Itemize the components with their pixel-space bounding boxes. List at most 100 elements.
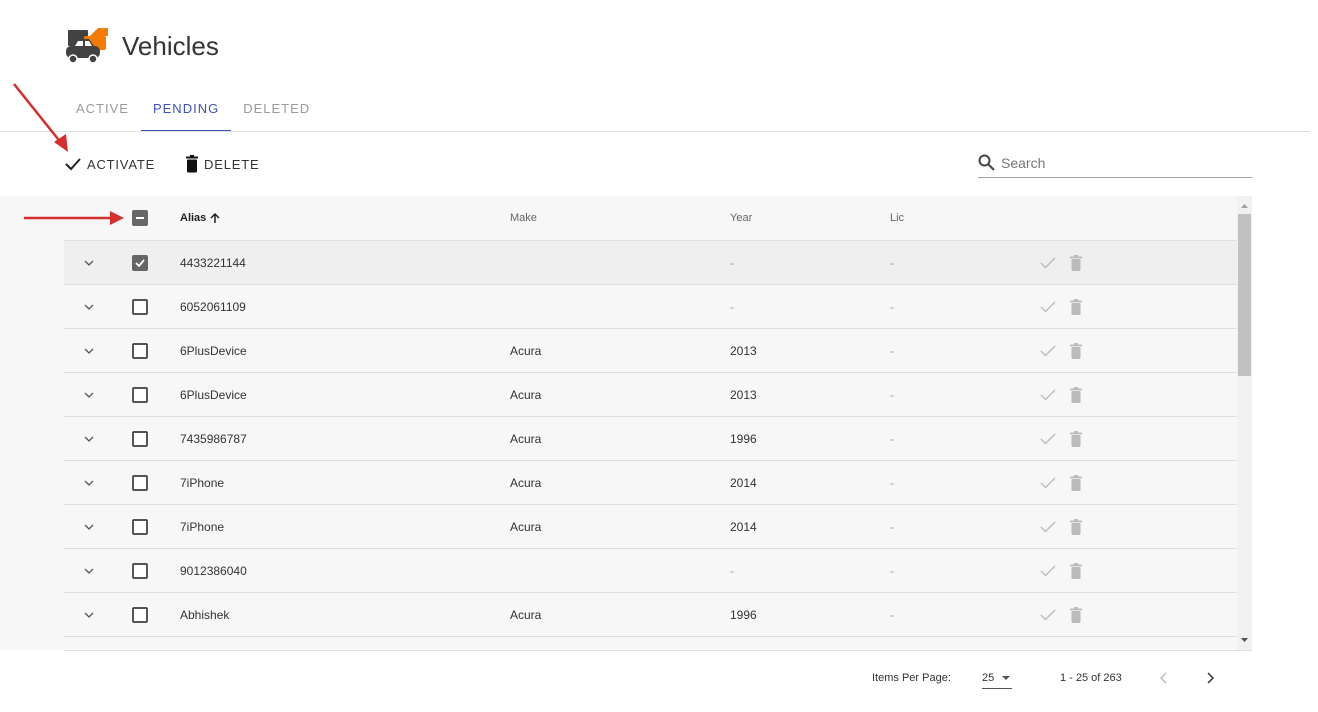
cell-make: Acura xyxy=(510,607,542,622)
table-row[interactable]: Abhishek Acura 1996 - xyxy=(64,593,1237,637)
activate-row-icon[interactable] xyxy=(1040,609,1056,621)
row-actions xyxy=(1040,254,1082,271)
row-actions xyxy=(1040,518,1082,535)
expand-row-button[interactable] xyxy=(82,260,96,266)
table-row[interactable]: 6052061109 - - xyxy=(64,285,1237,329)
activate-row-icon[interactable] xyxy=(1040,257,1056,269)
table-row[interactable]: 7iPhone Acura 2014 - xyxy=(64,505,1237,549)
cell-alias: 7435986787 xyxy=(180,431,247,446)
previous-page-button[interactable] xyxy=(1160,668,1168,688)
activate-row-icon[interactable] xyxy=(1040,345,1056,357)
expand-row-button[interactable] xyxy=(82,348,96,354)
cell-make: Acura xyxy=(510,475,542,490)
vehicles-logo-icon xyxy=(64,24,114,68)
activate-button[interactable]: ACTIVATE xyxy=(64,157,155,172)
scrollbar-thumb[interactable] xyxy=(1238,214,1251,376)
expand-row-button[interactable] xyxy=(82,524,96,530)
tabs-divider xyxy=(0,131,1310,132)
chevron-down-icon xyxy=(84,612,94,618)
chevron-down-icon xyxy=(84,392,94,398)
column-header-year[interactable]: Year xyxy=(730,212,752,224)
expand-row-button[interactable] xyxy=(82,436,96,442)
tab-active[interactable]: ACTIVE xyxy=(64,84,141,132)
delete-label: DELETE xyxy=(204,156,260,172)
chevron-down-icon xyxy=(84,348,94,354)
cell-alias: 4433221144 xyxy=(180,255,246,270)
row-checkbox[interactable] xyxy=(132,606,148,623)
expand-row-button[interactable] xyxy=(82,480,96,486)
delete-button[interactable]: DELETE xyxy=(185,155,259,173)
row-actions xyxy=(1040,562,1082,579)
check-icon xyxy=(65,158,81,171)
activate-row-icon[interactable] xyxy=(1040,565,1056,577)
row-checkbox[interactable] xyxy=(132,386,148,403)
scroll-down-icon[interactable] xyxy=(1237,633,1252,647)
next-page-button[interactable] xyxy=(1206,668,1214,688)
row-checkbox[interactable] xyxy=(132,254,148,271)
expand-row-button[interactable] xyxy=(82,612,96,618)
column-header-make[interactable]: Make xyxy=(510,212,537,224)
dropdown-arrow-icon xyxy=(1002,675,1011,680)
cell-year: 2014 xyxy=(730,519,757,534)
items-per-page-select[interactable]: 25 xyxy=(982,667,1012,689)
table-row[interactable]: 4433221144 - - xyxy=(64,241,1237,285)
chevron-down-icon xyxy=(84,480,94,486)
row-actions xyxy=(1040,386,1082,403)
activate-row-icon[interactable] xyxy=(1040,521,1056,533)
cell-year: - xyxy=(730,255,734,270)
expand-row-button[interactable] xyxy=(82,568,96,574)
column-header-alias[interactable]: Alias xyxy=(180,212,221,224)
row-checkbox[interactable] xyxy=(132,430,148,447)
delete-row-icon[interactable] xyxy=(1070,562,1082,579)
activate-row-icon[interactable] xyxy=(1040,389,1056,401)
delete-row-icon[interactable] xyxy=(1070,518,1082,535)
row-checkbox[interactable] xyxy=(132,562,148,579)
cell-year: 2014 xyxy=(730,475,757,490)
cell-alias: 6PlusDevice xyxy=(180,387,247,402)
expand-row-button[interactable] xyxy=(82,392,96,398)
delete-row-icon[interactable] xyxy=(1070,342,1082,359)
cell-year: 1996 xyxy=(730,431,757,446)
cell-lic: - xyxy=(890,299,894,314)
row-checkbox[interactable] xyxy=(132,342,148,359)
row-checkbox[interactable] xyxy=(132,298,148,315)
expand-row-button[interactable] xyxy=(82,304,96,310)
table-scrollbar[interactable] xyxy=(1237,196,1252,650)
cell-alias: 9012386040 xyxy=(180,563,247,578)
cell-lic: - xyxy=(890,519,894,534)
cell-year: 1996 xyxy=(730,607,757,622)
tab-pending[interactable]: PENDING xyxy=(140,84,232,132)
chevron-down-icon xyxy=(84,304,94,310)
row-checkbox[interactable] xyxy=(132,474,148,491)
activate-row-icon[interactable] xyxy=(1040,301,1056,313)
activate-row-icon[interactable] xyxy=(1040,477,1056,489)
cell-make: Acura xyxy=(510,431,542,446)
delete-row-icon[interactable] xyxy=(1070,386,1082,403)
search-icon xyxy=(978,154,995,171)
tab-deleted[interactable]: DELETED xyxy=(231,84,322,132)
table-row[interactable]: 7iPhone Acura 2014 - xyxy=(64,461,1237,505)
activate-label: ACTIVATE xyxy=(87,156,156,172)
scroll-up-icon[interactable] xyxy=(1237,199,1252,213)
search-input[interactable] xyxy=(1001,154,1241,171)
row-actions xyxy=(1040,298,1082,315)
delete-row-icon[interactable] xyxy=(1070,474,1082,491)
table-row[interactable]: 7435986787 Acura 1996 - xyxy=(64,417,1237,461)
cell-year: - xyxy=(730,563,734,578)
cell-year: 2013 xyxy=(730,343,757,358)
table-header-row: Alias Make Year Lic xyxy=(64,196,1237,241)
table-row[interactable]: 6PlusDevice Acura 2013 - xyxy=(64,329,1237,373)
activate-row-icon[interactable] xyxy=(1040,433,1056,445)
table-row[interactable]: 6PlusDevice Acura 2013 - xyxy=(64,373,1237,417)
column-header-lic[interactable]: Lic xyxy=(890,212,904,224)
delete-row-icon[interactable] xyxy=(1070,254,1082,271)
page-title: Vehicles xyxy=(122,30,219,61)
row-checkbox[interactable] xyxy=(132,518,148,535)
chevron-down-icon xyxy=(84,524,94,530)
cell-lic: - xyxy=(890,431,894,446)
delete-row-icon[interactable] xyxy=(1070,606,1082,623)
delete-row-icon[interactable] xyxy=(1070,298,1082,315)
table-row[interactable]: 9012386040 - - xyxy=(64,549,1237,593)
delete-row-icon[interactable] xyxy=(1070,430,1082,447)
select-all-checkbox[interactable] xyxy=(132,210,148,226)
